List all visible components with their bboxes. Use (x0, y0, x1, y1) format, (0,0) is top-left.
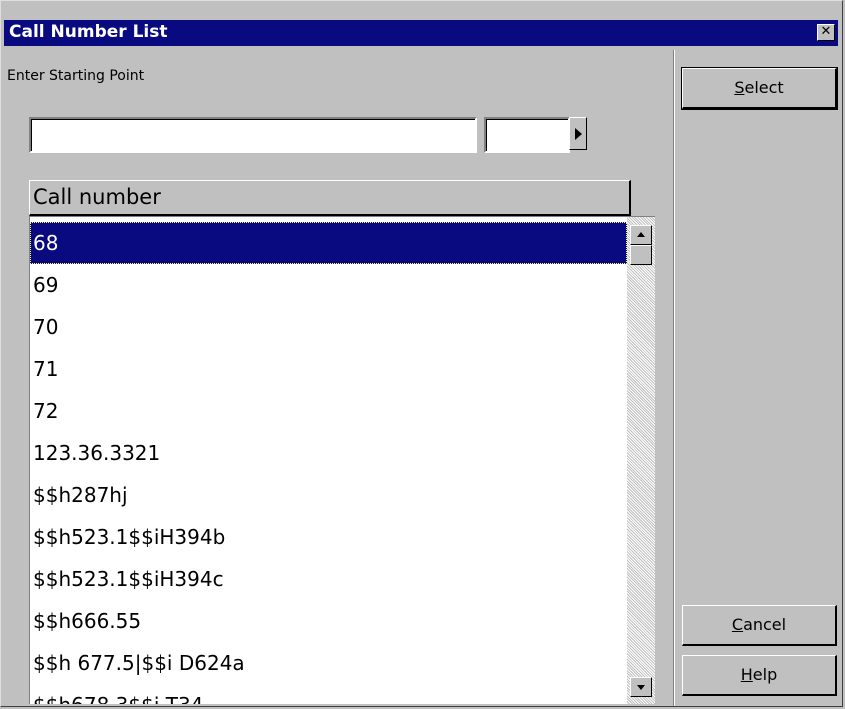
help-button[interactable]: Help (682, 655, 837, 696)
starting-point-input[interactable] (29, 117, 477, 153)
scroll-thumb[interactable] (630, 245, 652, 265)
starting-point-label: Enter Starting Point (7, 68, 145, 84)
list-item[interactable]: 70 (30, 306, 627, 348)
list-item[interactable]: 72 (30, 390, 627, 432)
starting-point-secondary-input[interactable] (484, 117, 570, 153)
list-item[interactable]: 123.36.3321 (30, 432, 627, 474)
cancel-button[interactable]: Cancel (682, 605, 837, 646)
divider (673, 50, 675, 706)
select-button[interactable]: Select (681, 67, 838, 110)
scroll-up-button[interactable] (630, 225, 652, 245)
list-item[interactable]: 68 (30, 222, 627, 264)
close-icon: ✕ (820, 24, 832, 39)
list-item[interactable]: $$h287hj (30, 474, 627, 516)
go-button[interactable] (569, 117, 587, 150)
arrow-down-icon (637, 685, 645, 690)
list-item[interactable]: 71 (30, 348, 627, 390)
play-arrow-icon (575, 128, 582, 140)
scroll-down-button[interactable] (630, 677, 652, 697)
list-item[interactable]: 69 (30, 264, 627, 306)
list-item[interactable]: $$h523.1$$iH394b (30, 516, 627, 558)
list-item[interactable]: $$h678.3$$i.T34 (30, 684, 627, 704)
call-number-listbox[interactable]: 68 69 70 71 72 123.36.3321 $$h287hj $$h523.1$$i… (29, 216, 655, 704)
vertical-scrollbar[interactable] (627, 217, 655, 704)
title-bar[interactable]: Call Number List ✕ (4, 20, 838, 46)
column-header-call-number[interactable]: Call number (29, 180, 631, 216)
arrow-up-icon (637, 232, 645, 237)
window-title: Call Number List (9, 22, 168, 42)
list-item[interactable]: $$h523.1$$iH394c (30, 558, 627, 600)
list-item[interactable]: $$h 677.5|$$i D624a (30, 642, 627, 684)
list-item[interactable]: $$h666.55 (30, 600, 627, 642)
close-button[interactable]: ✕ (817, 24, 835, 41)
call-number-list: 68 69 70 71 72 123.36.3321 $$h287hj $$h523.1$$i… (30, 222, 627, 704)
